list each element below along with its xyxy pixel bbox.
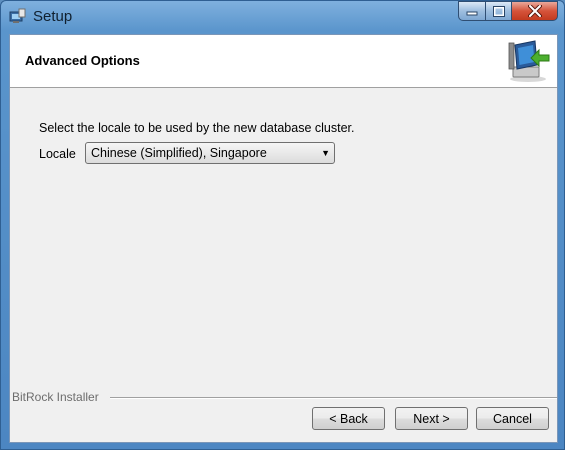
maximize-icon (492, 5, 505, 17)
wizard-client-area: Advanced Options Select the locale to be… (9, 34, 558, 443)
minimize-icon (466, 11, 478, 16)
install-computer-icon (508, 40, 550, 82)
next-button[interactable]: Next > (395, 407, 468, 430)
page-title: Advanced Options (25, 53, 140, 68)
close-button[interactable] (512, 1, 558, 21)
locale-description: Select the locale to be used by the new … (39, 121, 355, 135)
caption-buttons (458, 1, 558, 23)
maximize-button[interactable] (486, 1, 512, 21)
back-button[interactable]: < Back (312, 407, 385, 430)
setup-app-icon (9, 8, 26, 23)
footer-divider (110, 397, 557, 399)
title-bar[interactable]: Setup (1, 1, 564, 33)
locale-dropdown[interactable]: Chinese (Simplified), Singapore ▼ (85, 142, 335, 164)
setup-window: Setup Advanced Options Select the locale… (0, 0, 565, 450)
locale-selected-value: Chinese (Simplified), Singapore (91, 146, 267, 160)
locale-label: Locale (39, 147, 76, 161)
window-title: Setup (33, 8, 73, 25)
installer-brand: BitRock Installer (12, 390, 99, 404)
minimize-button[interactable] (458, 1, 486, 21)
cancel-button[interactable]: Cancel (476, 407, 549, 430)
close-icon (527, 5, 542, 17)
wizard-header: Advanced Options (10, 35, 557, 88)
chevron-down-icon: ▼ (321, 148, 330, 158)
